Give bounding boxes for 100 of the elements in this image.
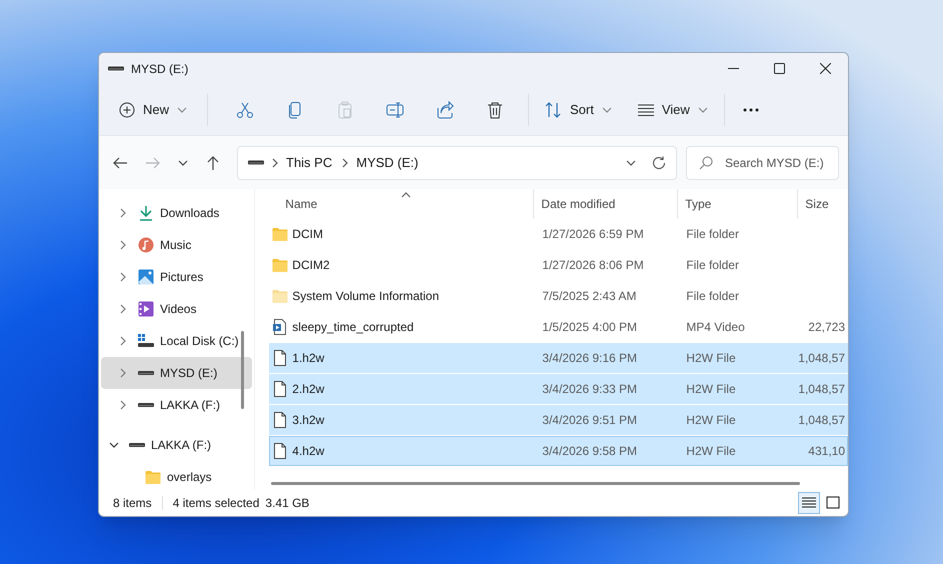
- close-icon: [820, 63, 830, 74]
- clipboard-icon: [336, 100, 354, 118]
- file-name: System Volume Information: [292, 288, 440, 305]
- collapsed-chevron-icon: [119, 240, 127, 250]
- file-type: H2W File: [686, 413, 736, 427]
- folder-icon: [272, 288, 288, 304]
- details-view-icon: [801, 495, 817, 510]
- maximize-icon: [774, 63, 784, 74]
- vertical-scrollbar[interactable]: [241, 331, 244, 409]
- column-header[interactable]: Name: [269, 189, 534, 219]
- file-row[interactable]: 4.h2w 3/4/2026 9:58 PM H2W File 431,10: [269, 436, 848, 466]
- music-note-icon: [138, 237, 154, 253]
- sidebar-item[interactable]: LAKKA (F:): [101, 429, 252, 461]
- file-name: DCIM: [292, 226, 323, 243]
- file-name: 2.h2w: [292, 381, 324, 398]
- file-row[interactable]: 2.h2w 3/4/2026 9:33 PM H2W File 1,048,57: [269, 374, 848, 404]
- collapsed-chevron-icon: [119, 272, 127, 282]
- file-size: 1,048,57: [798, 350, 845, 367]
- date-modified: 1/5/2025 4:00 PM: [542, 320, 638, 334]
- share-icon: [436, 100, 454, 118]
- sidebar-item[interactable]: MYSD (E:): [101, 357, 252, 389]
- file-name: 4.h2w: [292, 443, 324, 460]
- date-modified: 3/4/2026 9:33 PM: [542, 382, 638, 396]
- collapsed-chevron-icon: [119, 208, 127, 218]
- file-type: H2W File: [686, 444, 736, 458]
- plus-circle-icon: [119, 102, 135, 118]
- breadcrumb-chevron-icon: [341, 158, 350, 168]
- date-modified: 3/4/2026 9:51 PM: [542, 413, 638, 427]
- minimize-icon: [728, 68, 738, 69]
- lines-icon: [638, 104, 654, 116]
- sidebar-item[interactable]: Music: [101, 229, 252, 261]
- more-icon: [742, 108, 759, 112]
- sidebar-item[interactable]: overlays: [101, 461, 252, 493]
- sidebar-item[interactable]: Downloads: [101, 197, 252, 229]
- file-row[interactable]: 1.h2w 3/4/2026 9:16 PM H2W File 1,048,57: [269, 343, 848, 373]
- selection-count: 4 items selected: [172, 494, 260, 512]
- file-name: DCIM2: [292, 257, 330, 274]
- search-icon: [699, 156, 713, 170]
- video-icon: [138, 301, 154, 317]
- rename-icon: [386, 100, 404, 118]
- sidebar-item[interactable]: Videos: [101, 293, 252, 325]
- caret-icon: [698, 106, 708, 114]
- drive-icon: [248, 160, 264, 165]
- file-type: MP4 Video: [686, 320, 745, 334]
- document-icon: [272, 412, 288, 428]
- file-type: File folder: [686, 258, 739, 272]
- file-size: 431,10: [808, 443, 845, 460]
- file-size: 1,048,57: [798, 381, 845, 398]
- breadcrumb-item[interactable]: MYSD (E:): [354, 152, 420, 172]
- large-icons-view-icon: [825, 495, 841, 510]
- date-modified: 3/4/2026 9:16 PM: [542, 351, 638, 365]
- breadcrumb-item[interactable]: This PC: [284, 152, 334, 172]
- download-arrow-icon: [138, 205, 154, 221]
- file-size: 1,048,57: [798, 412, 845, 429]
- refresh-icon: [652, 156, 666, 170]
- address-bar[interactable]: This PC MYSD (E:): [237, 146, 677, 180]
- sidebar-item[interactable]: Pictures: [101, 261, 252, 293]
- sidebar-item[interactable]: LAKKA (F:): [101, 389, 252, 421]
- selection-size: 3.41 GB: [265, 494, 310, 512]
- caret-icon: [177, 106, 188, 114]
- document-icon: [272, 443, 288, 459]
- system-drive-icon: [138, 333, 154, 349]
- horizontal-scrollbar[interactable]: [271, 482, 800, 485]
- folder-icon: [145, 469, 161, 485]
- drive-icon: [108, 66, 124, 71]
- breadcrumb-chevron-icon: [271, 158, 279, 168]
- collapsed-chevron-icon: [119, 304, 127, 314]
- document-icon: [272, 381, 288, 397]
- file-name: 3.h2w: [292, 412, 324, 429]
- date-modified: 1/27/2026 6:59 PM: [542, 227, 644, 241]
- sort-arrows-icon: [545, 102, 562, 118]
- file-type: H2W File: [686, 382, 736, 396]
- folder-icon: [272, 257, 288, 273]
- picture-icon: [138, 269, 154, 285]
- details-view-button[interactable]: [798, 492, 820, 514]
- scissors-icon: [236, 100, 254, 118]
- file-row[interactable]: 3.h2w 3/4/2026 9:51 PM H2W File 1,048,57: [269, 405, 848, 435]
- sort-ascending-icon: [401, 191, 412, 199]
- collapsed-chevron-icon: [119, 368, 127, 378]
- video-file-icon: [272, 319, 288, 335]
- sort-button[interactable]: Sort: [537, 94, 620, 126]
- document-icon: [272, 350, 288, 366]
- new-button[interactable]: New: [111, 94, 196, 126]
- sidebar-item[interactable]: Local Disk (C:): [101, 325, 252, 357]
- arrow-up-icon: [206, 156, 220, 170]
- search-field[interactable]: Search MYSD (E:): [686, 146, 839, 180]
- caret-icon: [178, 158, 188, 166]
- file-name: sleepy_time_corrupted: [292, 319, 414, 336]
- collapsed-chevron-icon: [119, 336, 127, 346]
- file-type: H2W File: [686, 351, 736, 365]
- date-modified: 7/5/2025 2:43 AM: [542, 289, 636, 303]
- view-button[interactable]: View: [630, 94, 716, 126]
- search-input[interactable]: Search MYSD (E:): [725, 154, 840, 172]
- trash-icon: [486, 100, 504, 118]
- file-type: File folder: [686, 227, 739, 241]
- arrow-left-icon: [113, 156, 127, 170]
- collapsed-chevron-icon: [119, 400, 127, 410]
- caret-icon: [602, 106, 612, 114]
- arrow-right-icon: [146, 156, 160, 170]
- file-type: File folder: [686, 289, 739, 303]
